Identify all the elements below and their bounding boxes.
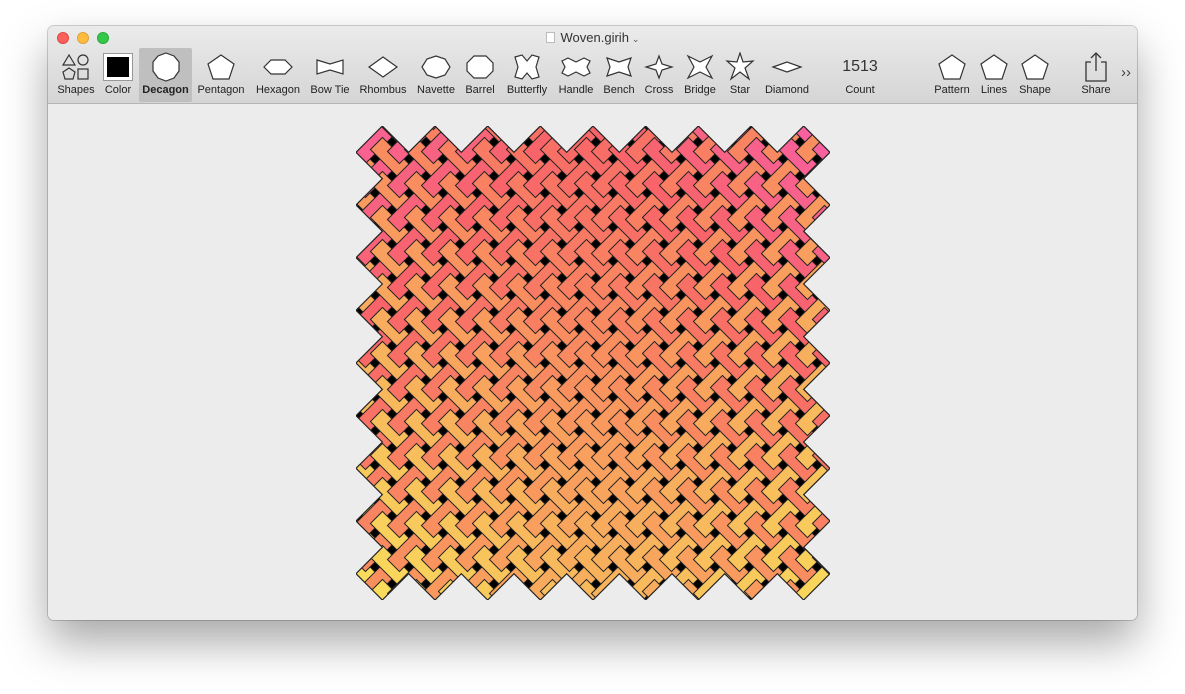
pentagon-icon xyxy=(977,52,1011,82)
weave-strand-segment xyxy=(828,153,830,199)
weave-strand-segment xyxy=(828,493,830,539)
weave-strand-segment xyxy=(522,126,568,131)
weave-strand-segment xyxy=(356,527,364,573)
weave-strand-segment xyxy=(386,595,432,600)
cross-icon xyxy=(642,52,676,82)
weave-strand-segment xyxy=(828,595,830,600)
hexagon-icon xyxy=(261,52,295,82)
handle-icon xyxy=(559,52,593,82)
weave-strand-segment xyxy=(828,527,830,573)
color-swatch-icon xyxy=(101,52,135,82)
toolbar-handle[interactable]: Handle xyxy=(554,48,598,102)
toolbar-star[interactable]: Star xyxy=(722,48,758,102)
weave-strand-segment xyxy=(760,126,806,131)
titlebar: Woven.girih ⌄ Shapes Color Decagon Penta… xyxy=(48,26,1137,104)
toolbar-bridge[interactable]: Bridge xyxy=(678,48,722,102)
weave-strand-segment xyxy=(356,595,398,600)
toolbar-share[interactable]: Share xyxy=(1073,48,1119,102)
app-window: Woven.girih ⌄ Shapes Color Decagon Penta… xyxy=(48,26,1137,620)
weave-strand-segment xyxy=(488,595,534,600)
toolbar-rhombus[interactable]: Rhombus xyxy=(356,48,410,102)
weave-strand-segment xyxy=(828,425,830,471)
navette-icon xyxy=(419,52,453,82)
weave-strand-segment xyxy=(828,221,830,267)
weave-strand-segment xyxy=(454,595,500,600)
bench-icon xyxy=(602,52,636,82)
pattern-canvas[interactable] xyxy=(48,104,1137,620)
toolbar-hexagon[interactable]: Hexagon xyxy=(251,48,305,102)
weave-strand-segment xyxy=(356,126,398,131)
weave-strand-segment xyxy=(828,323,830,369)
weave-strand-segment xyxy=(828,289,830,335)
weave-strand-segment xyxy=(590,126,636,131)
weave-strand-segment xyxy=(828,126,830,165)
bow-tie-icon xyxy=(313,52,347,82)
toolbar-barrel[interactable]: Barrel xyxy=(460,48,500,102)
decagon-icon xyxy=(149,52,183,82)
toolbar-pattern[interactable]: Pattern xyxy=(928,48,976,102)
share-icon xyxy=(1079,52,1113,82)
toolbar-count: 1513 Count xyxy=(833,48,887,102)
weave-strand-segment xyxy=(356,595,364,600)
weave-strand-segment xyxy=(488,126,534,131)
toolbar-overflow-button[interactable]: ›› xyxy=(1121,64,1131,81)
weave-strand-segment xyxy=(828,561,830,600)
weave-strand-segment xyxy=(454,126,500,131)
window-title[interactable]: Woven.girih ⌄ xyxy=(48,30,1137,45)
count-readout: 1513 xyxy=(842,58,878,75)
weave-strand-segment xyxy=(522,595,568,600)
chevron-down-icon: ⌄ xyxy=(631,34,640,44)
weave-strand-segment xyxy=(828,391,830,437)
star-icon xyxy=(723,52,757,82)
toolbar-navette[interactable]: Navette xyxy=(412,48,460,102)
weave-strand-segment xyxy=(828,126,830,131)
toolbar-bow-tie[interactable]: Bow Tie xyxy=(306,48,354,102)
toolbar-bench[interactable]: Bench xyxy=(598,48,640,102)
weave-strand-segment xyxy=(760,595,806,600)
pentagon-icon xyxy=(1018,52,1052,82)
weave-strand-segment xyxy=(386,126,432,131)
weave-strand-segment xyxy=(828,459,830,505)
toolbar-decagon[interactable]: Decagon xyxy=(139,48,192,102)
weave-strand-segment xyxy=(420,595,466,600)
bridge-icon xyxy=(683,52,717,82)
pentagon-icon xyxy=(204,52,238,82)
toolbar-pentagon[interactable]: Pentagon xyxy=(194,48,248,102)
weave-strand-segment xyxy=(828,255,830,301)
weave-strand-segment xyxy=(590,595,636,600)
diamond-icon xyxy=(770,52,804,82)
weave-strand-segment xyxy=(420,126,466,131)
toolbar-butterfly[interactable]: Butterfly xyxy=(501,48,553,102)
toolbar-shape[interactable]: Shape xyxy=(1014,48,1056,102)
rhombus-icon xyxy=(366,52,400,82)
butterfly-icon xyxy=(510,52,544,82)
weave-strand-segment xyxy=(356,153,364,199)
weave-strand-segment xyxy=(828,357,830,403)
toolbar-shapes[interactable]: Shapes xyxy=(53,48,99,102)
toolbar-cross[interactable]: Cross xyxy=(639,48,679,102)
toolbar-diamond[interactable]: Diamond xyxy=(760,48,814,102)
woven-pattern[interactable] xyxy=(356,126,830,600)
weave-strand-segment xyxy=(828,187,830,233)
weave-strand-segment xyxy=(356,126,364,131)
toolbar-color[interactable]: Color xyxy=(99,48,137,102)
barrel-icon xyxy=(463,52,497,82)
document-icon xyxy=(545,32,555,43)
shapes-icon xyxy=(59,52,93,82)
pentagon-icon xyxy=(935,52,969,82)
toolbar-lines[interactable]: Lines xyxy=(974,48,1014,102)
